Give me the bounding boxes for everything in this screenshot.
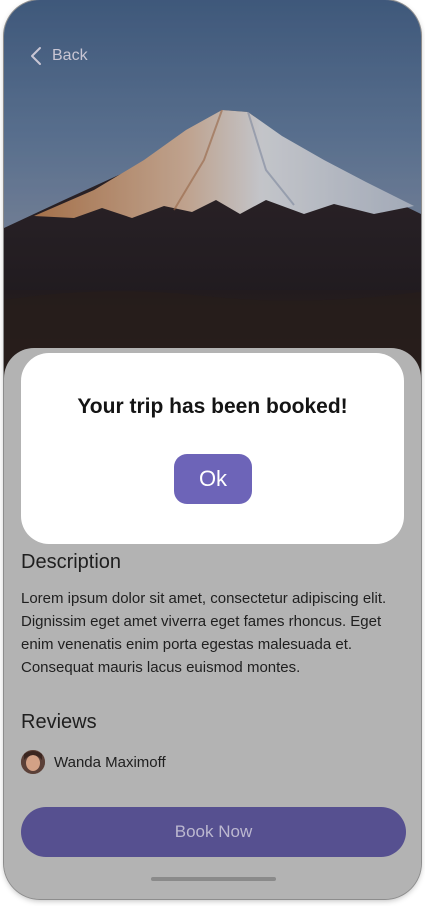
description-title: Description [21,551,122,573]
description-body: Lorem ipsum dolor sit amet, consectetur … [21,590,387,676]
booking-confirmation-dialog: Your trip has been booked! Ok [21,353,404,544]
reviews-title: Reviews [21,711,97,733]
reviewer-name: Wanda Maximoff [54,753,166,771]
home-indicator [151,877,276,881]
review-item[interactable]: Wanda Maximoff [21,750,166,774]
book-now-button[interactable]: Book Now [21,807,406,857]
avatar [21,750,45,774]
dialog-title: Your trip has been booked! [77,395,348,418]
chevron-left-icon [30,46,42,66]
hero-image-mount-fuji: Back [4,0,421,400]
back-label: Back [52,47,88,64]
phone-frame: Back Description Lorem ipsum dolor sit a… [4,0,421,899]
ok-button[interactable]: Ok [174,454,252,504]
back-button[interactable]: Back [30,44,88,68]
